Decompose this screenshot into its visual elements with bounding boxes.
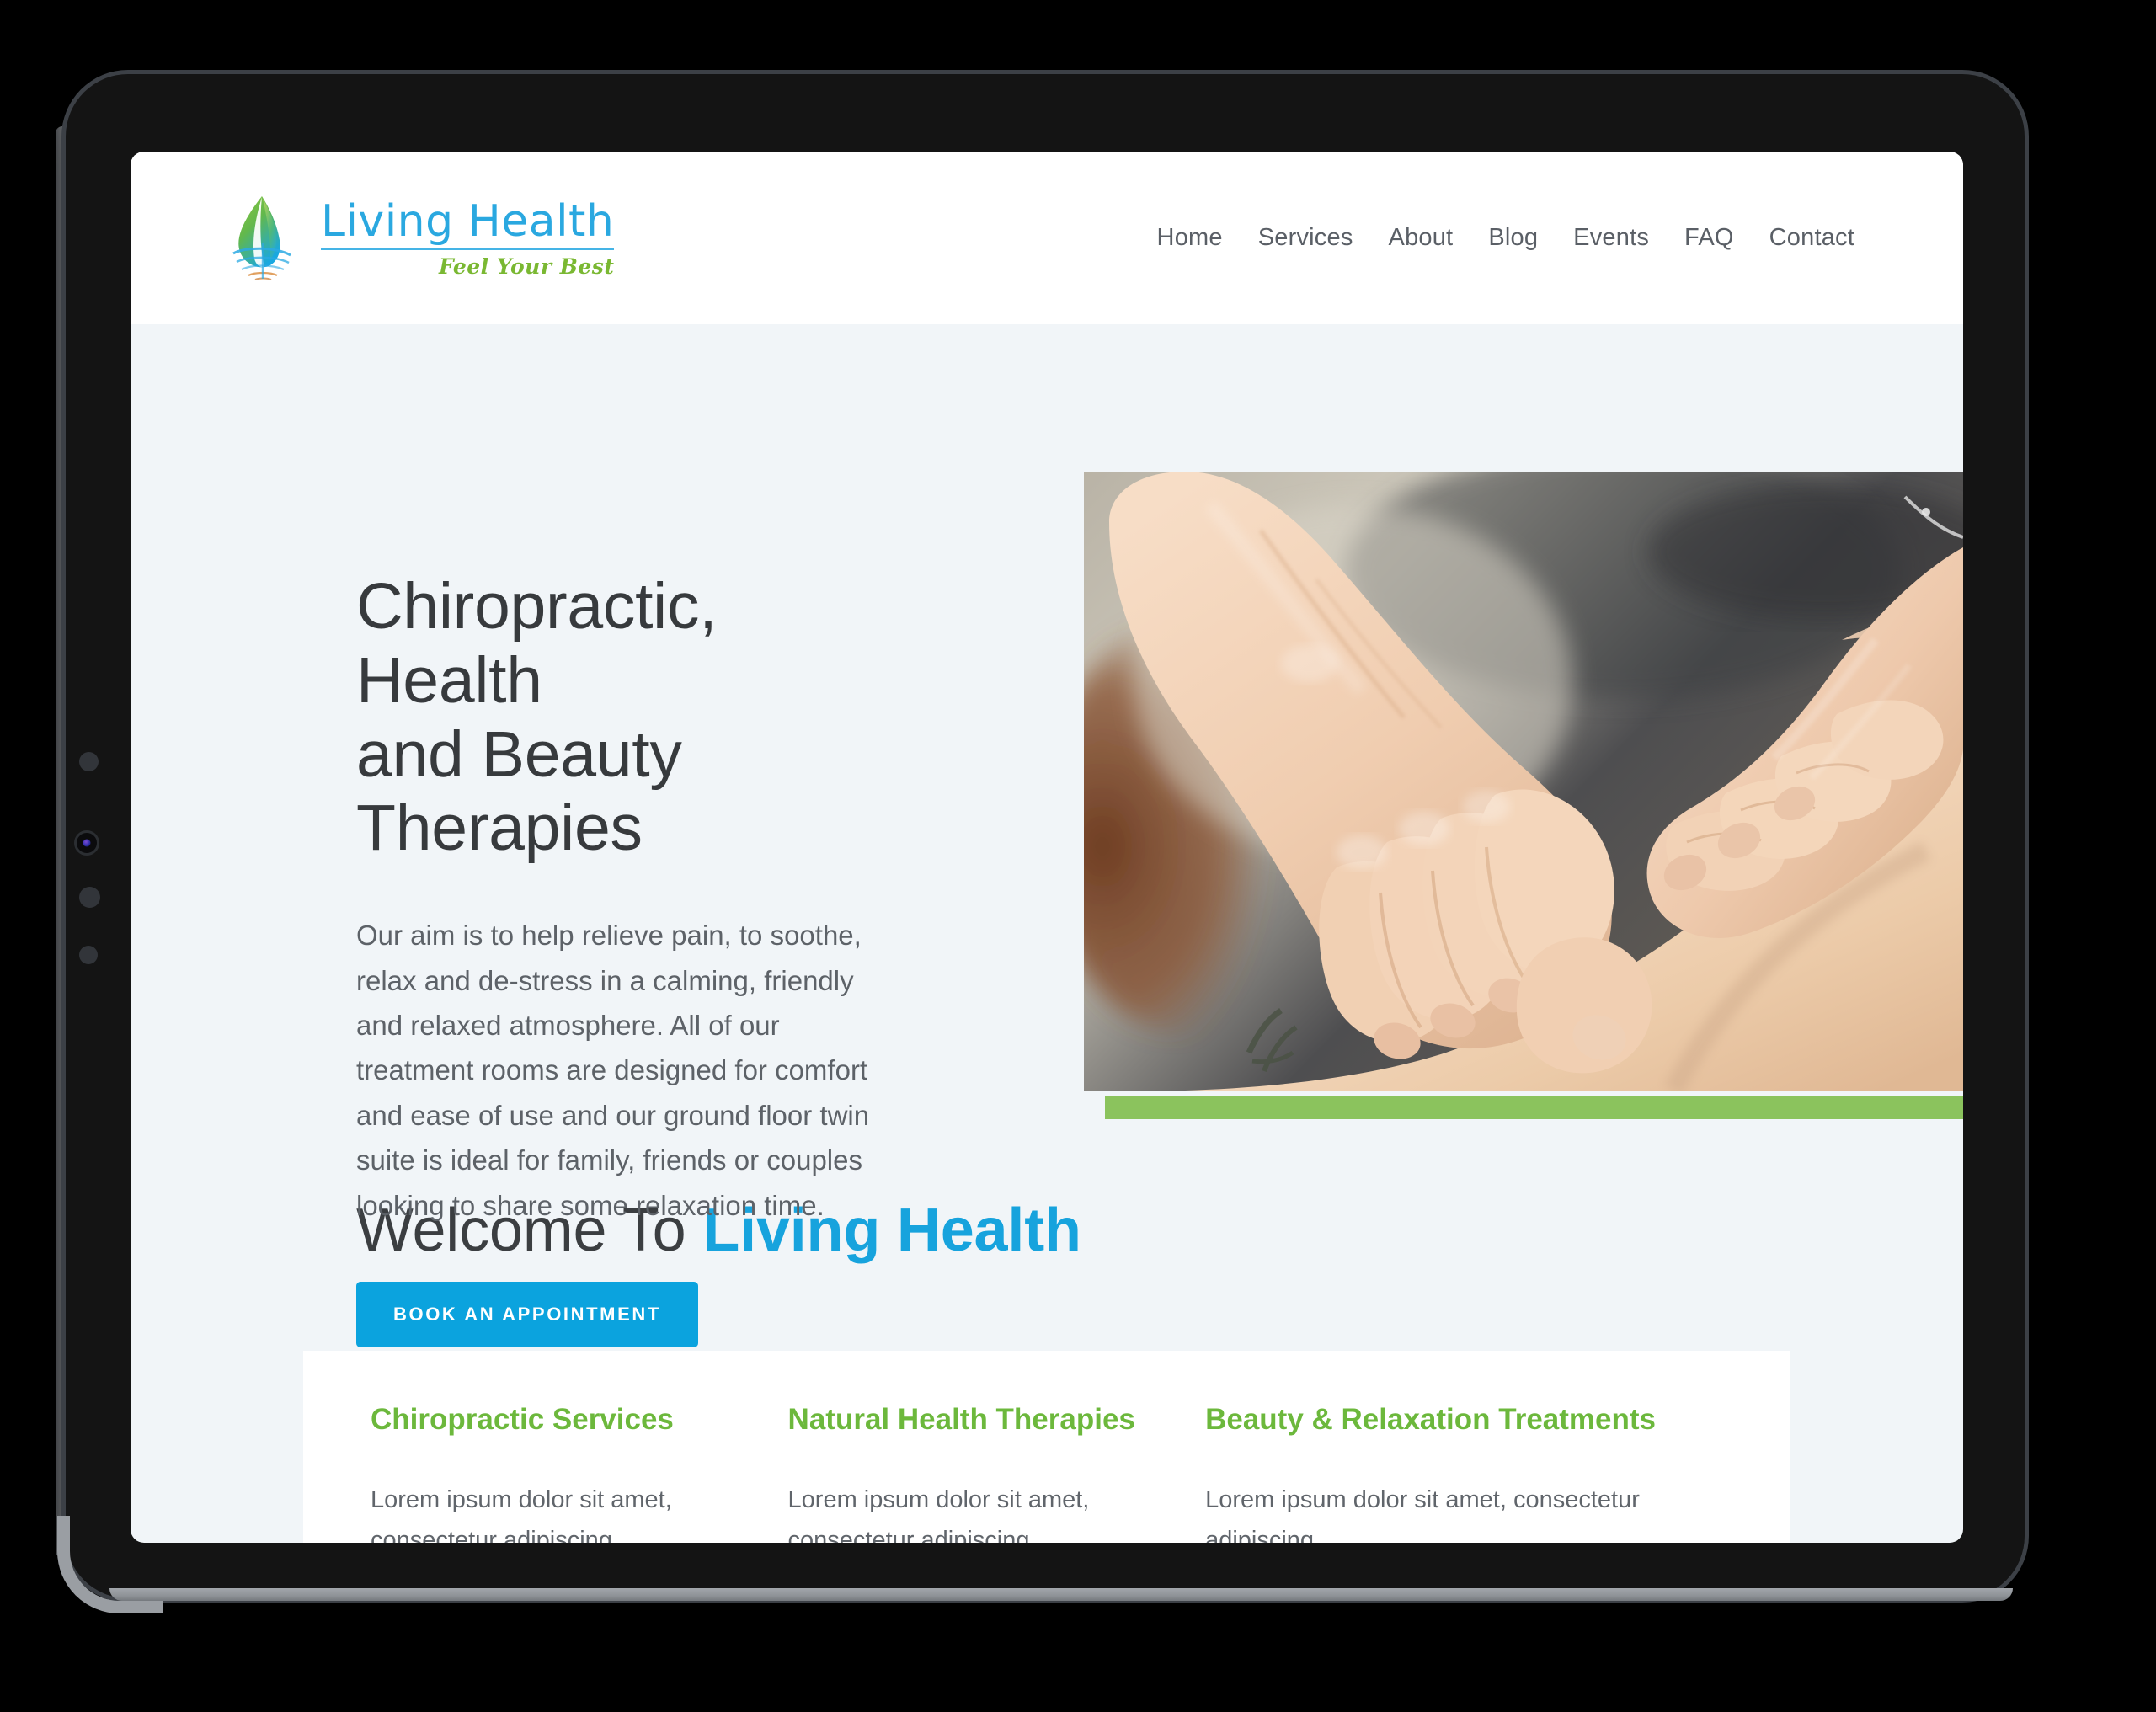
service-column-chiropractic: Chiropractic Services Lorem ipsum dolor … <box>371 1403 788 1543</box>
hero-title: Chiropractic, Health and Beauty Therapie… <box>356 570 912 866</box>
nav-item-blog[interactable]: Blog <box>1470 216 1556 260</box>
front-camera-icon <box>74 830 99 856</box>
nav-item-contact[interactable]: Contact <box>1752 216 1872 260</box>
brand-name: Living Health <box>321 200 615 250</box>
ambient-light-sensor-icon <box>79 946 98 964</box>
brand-logo-link[interactable]: Living Health Feel Your Best <box>223 191 615 285</box>
nav-item-about[interactable]: About <box>1371 216 1471 260</box>
nav-item-faq[interactable]: FAQ <box>1667 216 1752 260</box>
service-title: Natural Health Therapies <box>787 1403 1135 1436</box>
tablet-screen: Living Health Feel Your Best Home Servic… <box>131 152 1963 1543</box>
brand-tagline: Feel Your Best <box>438 253 615 279</box>
site-header: Living Health Feel Your Best Home Servic… <box>131 152 1963 324</box>
service-column-beauty-relaxation: Beauty & Relaxation Treatments Lorem ips… <box>1205 1403 1723 1543</box>
microphone-dot-icon <box>79 887 100 908</box>
service-title: Beauty & Relaxation Treatments <box>1205 1403 1656 1436</box>
service-title: Chiropractic Services <box>371 1403 674 1436</box>
hero-paragraph: Our aim is to help relieve pain, to soot… <box>356 920 870 1221</box>
hero-title-line-1: Chiropractic, Health <box>356 570 718 717</box>
hero-copy-block: Chiropractic, Health and Beauty Therapie… <box>356 570 912 1348</box>
hero-title-line-2: and Beauty Therapies <box>356 717 682 865</box>
nav-item-services[interactable]: Services <box>1241 216 1371 260</box>
hero-section: Chiropractic, Health and Beauty Therapie… <box>131 324 1963 1348</box>
brand-wordmark: Living Health Feel Your Best <box>321 200 615 279</box>
book-appointment-button[interactable]: BOOK AN APPOINTMENT <box>356 1282 698 1348</box>
service-column-natural-health: Natural Health Therapies Lorem ipsum dol… <box>788 1403 1206 1543</box>
nav-item-home[interactable]: Home <box>1139 216 1241 260</box>
services-card: Chiropractic Services Lorem ipsum dolor … <box>303 1351 1790 1543</box>
hero-accent-bar <box>1105 1096 1963 1119</box>
device-bottom-rim <box>109 1588 2013 1601</box>
webpage-viewport: Living Health Feel Your Best Home Servic… <box>131 152 1963 1543</box>
main-navigation: Home Services About Blog Events FAQ Cont… <box>1139 216 1872 260</box>
service-text: Lorem ipsum dolor sit amet, consectetur … <box>787 1486 1090 1543</box>
service-text: Lorem ipsum dolor sit amet, consectetur … <box>371 1486 672 1543</box>
hero-image <box>1084 472 1963 1091</box>
nav-item-events[interactable]: Events <box>1556 216 1667 260</box>
leaf-water-drop-ripple-icon <box>223 191 307 285</box>
sensor-dot-icon <box>79 752 99 771</box>
service-text: Lorem ipsum dolor sit amet, consectetur … <box>1205 1486 1640 1543</box>
tablet-device-mockup: Living Health Feel Your Best Home Servic… <box>0 0 2156 1712</box>
